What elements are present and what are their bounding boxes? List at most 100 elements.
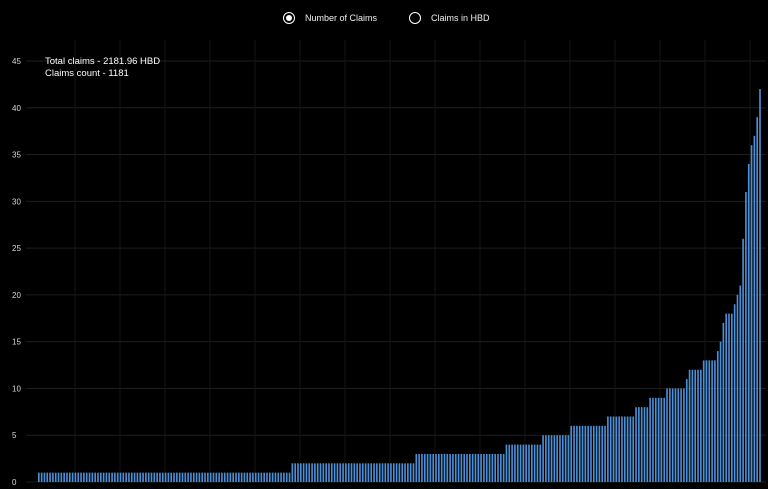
chart-bar[interactable] xyxy=(322,463,325,482)
chart-bar[interactable] xyxy=(311,463,313,482)
chart-bar[interactable] xyxy=(238,472,240,482)
chart-bar[interactable] xyxy=(308,463,311,482)
chart-bar[interactable] xyxy=(381,463,384,482)
chart-bar[interactable] xyxy=(618,416,620,482)
chart-bar[interactable] xyxy=(223,472,226,482)
claims-in-hbd-radio[interactable]: Claims in HBD xyxy=(409,9,490,27)
chart-bar[interactable] xyxy=(345,463,347,482)
chart-bar[interactable] xyxy=(38,472,40,482)
chart-bar[interactable] xyxy=(471,453,474,482)
chart-bar[interactable] xyxy=(688,369,691,482)
chart-bar[interactable] xyxy=(215,472,218,482)
chart-bar[interactable] xyxy=(66,472,68,482)
chart-bar[interactable] xyxy=(80,472,82,482)
chart-bar[interactable] xyxy=(547,435,550,482)
chart-bar[interactable] xyxy=(74,472,77,482)
chart-bar[interactable] xyxy=(536,444,539,482)
chart-bar[interactable] xyxy=(178,472,181,482)
chart-bar[interactable] xyxy=(319,463,322,482)
chart-bar[interactable] xyxy=(49,472,51,482)
chart-bar[interactable] xyxy=(469,453,471,482)
chart-bar[interactable] xyxy=(125,472,127,482)
chart-bar[interactable] xyxy=(133,472,136,482)
chart-bar[interactable] xyxy=(283,472,285,482)
chart-bar[interactable] xyxy=(570,425,573,482)
chart-bar[interactable] xyxy=(477,453,480,482)
chart-bar[interactable] xyxy=(156,472,158,482)
chart-bar[interactable] xyxy=(745,191,747,483)
chart-bar[interactable] xyxy=(60,472,63,482)
chart-bar[interactable] xyxy=(325,463,327,482)
chart-bar[interactable] xyxy=(94,472,96,482)
chart-bar[interactable] xyxy=(280,472,282,482)
chart-bar[interactable] xyxy=(102,472,105,482)
chart-bar[interactable] xyxy=(454,453,457,482)
chart-bar[interactable] xyxy=(232,472,235,482)
chart-bar[interactable] xyxy=(249,472,251,482)
chart-bar[interactable] xyxy=(731,313,733,482)
chart-bar[interactable] xyxy=(505,444,508,482)
chart-bar[interactable] xyxy=(46,472,49,482)
chart-bar[interactable] xyxy=(136,472,139,482)
chart-bar[interactable] xyxy=(474,453,477,482)
chart-bar[interactable] xyxy=(271,472,274,482)
chart-bar[interactable] xyxy=(299,463,302,482)
chart-bar[interactable] xyxy=(545,435,547,482)
chart-bar[interactable] xyxy=(263,472,265,482)
chart-bar[interactable] xyxy=(328,463,330,482)
chart-bar[interactable] xyxy=(640,407,643,482)
chart-bar[interactable] xyxy=(491,453,494,482)
chart-bar[interactable] xyxy=(370,463,373,482)
chart-bar[interactable] xyxy=(43,472,46,482)
chart-bar[interactable] xyxy=(147,472,150,482)
chart-bar[interactable] xyxy=(415,453,418,482)
chart-bar[interactable] xyxy=(212,472,215,482)
chart-bar[interactable] xyxy=(550,435,553,482)
chart-bar[interactable] xyxy=(592,425,595,482)
chart-bar[interactable] xyxy=(105,472,108,482)
chart-bar[interactable] xyxy=(708,360,711,482)
chart-bar[interactable] xyxy=(246,472,249,482)
chart-bar[interactable] xyxy=(339,463,342,482)
chart-bar[interactable] xyxy=(643,407,646,482)
chart-bar[interactable] xyxy=(252,472,254,482)
chart-bar[interactable] xyxy=(392,463,395,482)
chart-bar[interactable] xyxy=(533,444,536,482)
chart-bar[interactable] xyxy=(395,463,398,482)
chart-bar[interactable] xyxy=(446,453,449,482)
chart-bar[interactable] xyxy=(356,463,358,482)
chart-bar[interactable] xyxy=(683,388,685,482)
chart-bar[interactable] xyxy=(615,416,618,482)
chart-bar[interactable] xyxy=(502,453,505,482)
chart-bar[interactable] xyxy=(525,444,527,482)
chart-bar[interactable] xyxy=(700,369,702,482)
chart-bar[interactable] xyxy=(657,397,660,482)
chart-bar[interactable] xyxy=(719,341,722,482)
chart-bar[interactable] xyxy=(660,397,663,482)
chart-bar[interactable] xyxy=(274,472,277,482)
chart-bar[interactable] xyxy=(694,369,697,482)
chart-bar[interactable] xyxy=(314,463,316,482)
chart-bar[interactable] xyxy=(584,425,587,482)
chart-bar[interactable] xyxy=(378,463,381,482)
chart-bar[interactable] xyxy=(531,444,533,482)
chart-bar[interactable] xyxy=(187,472,189,482)
chart-bar[interactable] xyxy=(714,360,716,482)
chart-bar[interactable] xyxy=(629,416,632,482)
chart-bar[interactable] xyxy=(722,322,725,482)
chart-bar[interactable] xyxy=(711,360,713,482)
chart-bar[interactable] xyxy=(612,416,615,482)
chart-bar[interactable] xyxy=(590,425,592,482)
chart-bar[interactable] xyxy=(561,435,564,482)
chart-bar[interactable] xyxy=(595,425,598,482)
chart-bar[interactable] xyxy=(516,444,519,482)
chart-bar[interactable] xyxy=(260,472,263,482)
chart-bar[interactable] xyxy=(77,472,80,482)
chart-bar[interactable] xyxy=(243,472,246,482)
chart-bar[interactable] xyxy=(483,453,485,482)
chart-bar[interactable] xyxy=(401,463,404,482)
chart-bar[interactable] xyxy=(142,472,144,482)
chart-bar[interactable] xyxy=(181,472,184,482)
chart-bar[interactable] xyxy=(170,472,173,482)
chart-bar[interactable] xyxy=(542,435,544,482)
